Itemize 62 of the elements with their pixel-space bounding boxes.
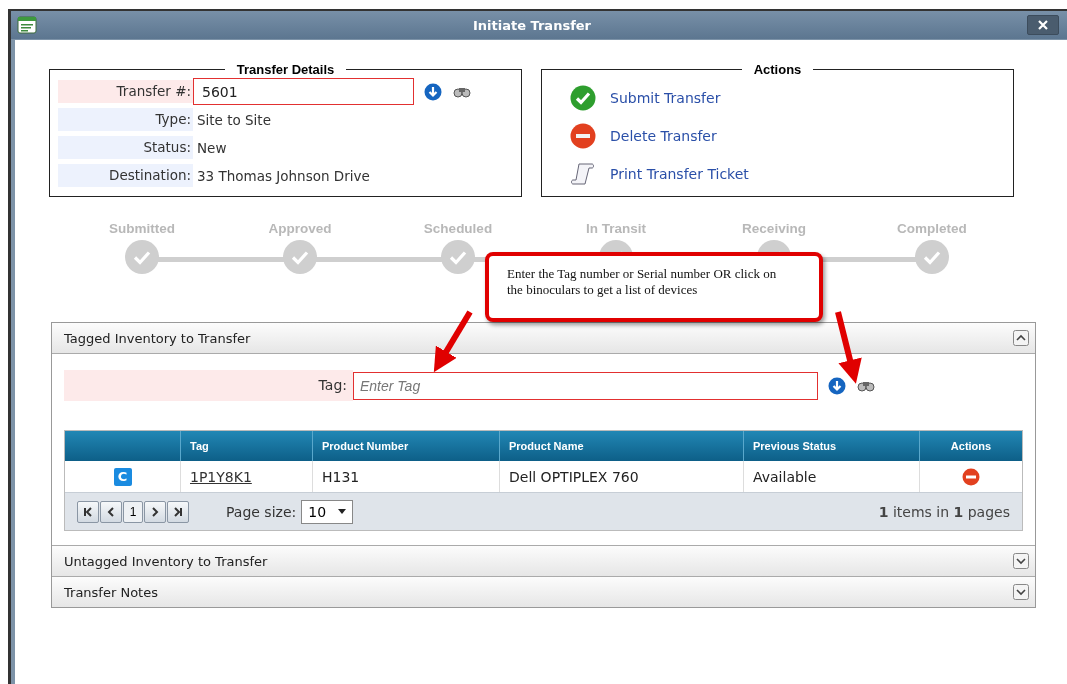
pager-summary: 1 items in 1 pages — [878, 503, 1010, 520]
delete-icon[interactable] — [962, 467, 980, 486]
action-link[interactable]: Delete Transfer — [610, 128, 717, 144]
collapse-icon[interactable] — [1013, 330, 1029, 346]
panel-header[interactable]: Transfer Notes — [52, 576, 1035, 607]
check-icon — [570, 85, 596, 111]
first-page-icon — [83, 506, 93, 517]
section-title: Actions — [752, 62, 803, 77]
expand-icon[interactable] — [1013, 584, 1029, 600]
transfer-number-field[interactable]: 5601 — [193, 78, 414, 105]
scroll-icon — [570, 161, 596, 187]
type-badge: C — [113, 467, 132, 486]
action-link[interactable]: Print Transfer Ticket — [610, 166, 749, 182]
form-icon — [17, 16, 37, 34]
close-icon — [1038, 20, 1048, 30]
arrow — [433, 310, 473, 373]
column-header[interactable]: Previous Status — [743, 431, 919, 461]
panel-header[interactable]: Untagged Inventory to Transfer — [52, 545, 1035, 576]
section-title: Transfer Details — [235, 62, 336, 77]
field-label: Status: — [58, 136, 193, 159]
panel-title: Transfer Notes — [64, 584, 158, 600]
previous-icon — [106, 506, 116, 517]
panel-title: Tagged Inventory to Transfer — [64, 330, 251, 346]
panel-title: Untagged Inventory to Transfer — [64, 553, 268, 569]
page-button[interactable]: 1 — [123, 500, 143, 523]
last-page-icon — [173, 506, 183, 517]
page-size-select[interactable]: 10 — [301, 499, 354, 524]
last-page-button[interactable] — [167, 500, 189, 523]
action-link[interactable]: Submit Transfer — [610, 90, 721, 106]
minus-icon — [570, 123, 596, 149]
download-icon[interactable] — [828, 376, 846, 395]
next-page-button[interactable] — [144, 500, 166, 523]
first-page-button[interactable] — [77, 500, 99, 523]
close-button[interactable] — [1027, 15, 1059, 35]
field-label: Tag: — [64, 370, 353, 401]
column-header[interactable]: Product Number — [312, 431, 499, 461]
field-label: Destination: — [58, 164, 193, 187]
download-icon[interactable] — [424, 82, 442, 101]
step-label: In Transit — [586, 221, 646, 236]
window-title: Initiate Transfer — [471, 17, 593, 33]
step-label: Approved — [268, 221, 332, 236]
dropdown-caret-icon — [338, 509, 347, 514]
field-label: Transfer #: — [58, 80, 193, 103]
step-label: Scheduled — [423, 221, 493, 236]
previous-page-button[interactable] — [100, 500, 122, 523]
step-label: Receiving — [742, 221, 806, 236]
field-value: Site to Site — [196, 111, 271, 128]
next-icon — [150, 506, 160, 517]
expand-icon[interactable] — [1013, 553, 1029, 569]
tag-field[interactable]: Enter Tag — [353, 371, 818, 400]
callout-note: Enter the Tag number or Serial number OR click on the binoculars to get a list of devices — [485, 252, 823, 322]
column-header[interactable]: Product Name — [499, 431, 743, 461]
column-header[interactable]: Actions — [919, 431, 1022, 461]
panel-header[interactable]: Tagged Inventory to Transfer — [52, 323, 1035, 353]
field-label: Type: — [58, 108, 193, 131]
page-size-label: Page size: — [226, 503, 297, 520]
step-label: Submitted — [109, 221, 175, 236]
step-label: Completed — [897, 221, 967, 236]
field-value: 33 Thomas Johnson Drive — [196, 167, 370, 184]
tag-link[interactable]: 1P1Y8K1 — [190, 468, 252, 485]
field-value: New — [196, 139, 227, 156]
column-header[interactable]: Tag — [180, 431, 312, 461]
